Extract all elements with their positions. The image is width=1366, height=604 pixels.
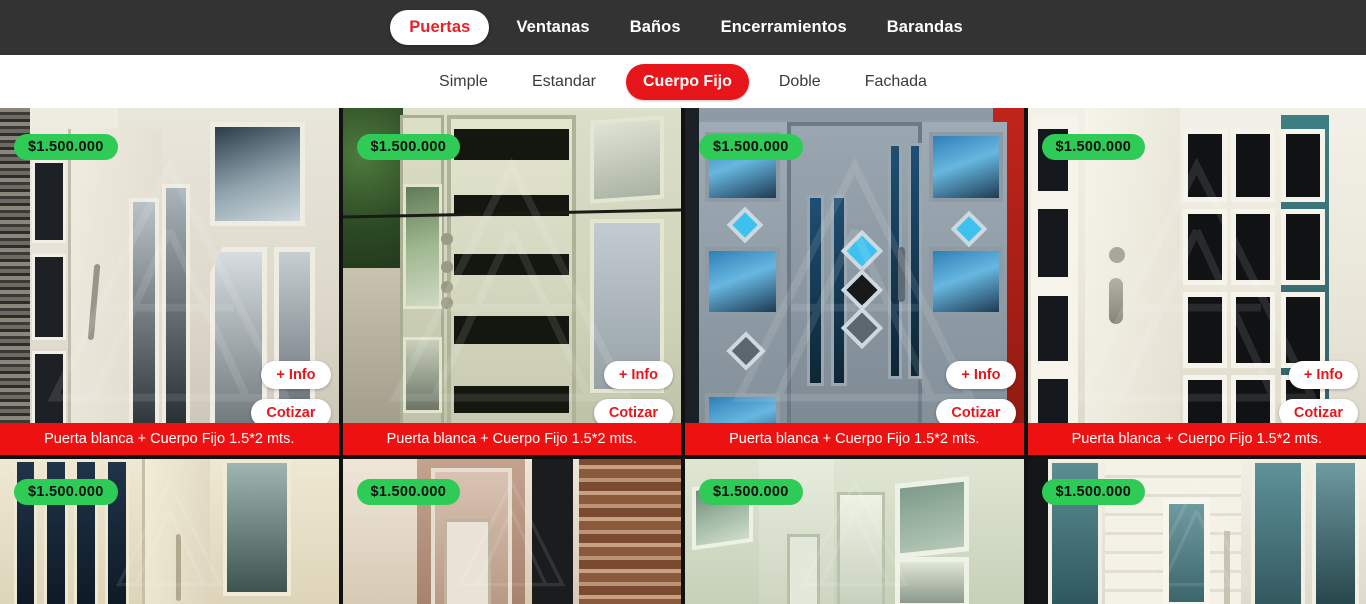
price-badge: $1.500.000 <box>14 134 118 160</box>
product-card[interactable]: $1.500.000 <box>1027 459 1366 604</box>
subnav-item-estandar[interactable]: Estandar <box>518 65 610 99</box>
product-card[interactable]: $1.500.000 <box>0 459 339 604</box>
product-card[interactable]: $1.500.000 <box>342 459 681 604</box>
price-badge: $1.500.000 <box>1041 134 1146 160</box>
primary-navigation: Puertas Ventanas Baños Encerramientos Ba… <box>0 0 1366 55</box>
subnav-item-simple[interactable]: Simple <box>425 65 502 99</box>
product-caption[interactable]: Puerta blanca + Cuerpo Fijo 1.5*2 mts. <box>0 423 339 455</box>
info-button[interactable]: + Info <box>261 361 331 389</box>
product-card[interactable]: $1.500.000 + Info Cotizar Puerta blanca … <box>0 108 339 455</box>
product-card[interactable]: $1.500.000 <box>685 459 1024 604</box>
card-actions: + Info Cotizar <box>251 361 331 427</box>
nav-item-barandas[interactable]: Barandas <box>874 10 976 45</box>
subnav-item-doble[interactable]: Doble <box>765 65 835 99</box>
info-button[interactable]: + Info <box>603 361 673 389</box>
price-badge: $1.500.000 <box>699 134 803 160</box>
product-card[interactable]: $1.500.000 + Info Cotizar Puerta blanca … <box>1027 108 1366 455</box>
info-button[interactable]: + Info <box>946 361 1016 389</box>
product-grid: $1.500.000 + Info Cotizar Puerta blanca … <box>0 108 1366 604</box>
price-badge: $1.500.000 <box>356 134 461 160</box>
card-actions: + Info Cotizar <box>936 361 1016 427</box>
card-actions: + Info Cotizar <box>593 361 673 427</box>
card-actions: + Info Cotizar <box>1278 361 1358 427</box>
price-badge: $1.500.000 <box>699 479 803 505</box>
product-card[interactable]: $1.500.000 + Info Cotizar Puerta blanca … <box>342 108 681 455</box>
secondary-navigation: Simple Estandar Cuerpo Fijo Doble Fachad… <box>0 55 1366 108</box>
product-caption[interactable]: Puerta blanca + Cuerpo Fijo 1.5*2 mts. <box>1027 423 1366 455</box>
price-badge: $1.500.000 <box>1041 479 1146 505</box>
product-caption[interactable]: Puerta blanca + Cuerpo Fijo 1.5*2 mts. <box>342 423 681 455</box>
product-card[interactable]: $1.500.000 + Info Cotizar Puerta blanca … <box>685 108 1024 455</box>
product-caption[interactable]: Puerta blanca + Cuerpo Fijo 1.5*2 mts. <box>685 423 1024 455</box>
nav-item-puertas[interactable]: Puertas <box>390 10 490 45</box>
nav-item-banos[interactable]: Baños <box>617 10 694 45</box>
nav-item-ventanas[interactable]: Ventanas <box>503 10 602 45</box>
price-badge: $1.500.000 <box>14 479 118 505</box>
info-button[interactable]: + Info <box>1288 361 1358 389</box>
price-badge: $1.500.000 <box>356 479 461 505</box>
subnav-item-cuerpo-fijo[interactable]: Cuerpo Fijo <box>625 63 749 100</box>
subnav-item-fachada[interactable]: Fachada <box>851 65 941 99</box>
nav-item-encerramientos[interactable]: Encerramientos <box>708 10 860 45</box>
